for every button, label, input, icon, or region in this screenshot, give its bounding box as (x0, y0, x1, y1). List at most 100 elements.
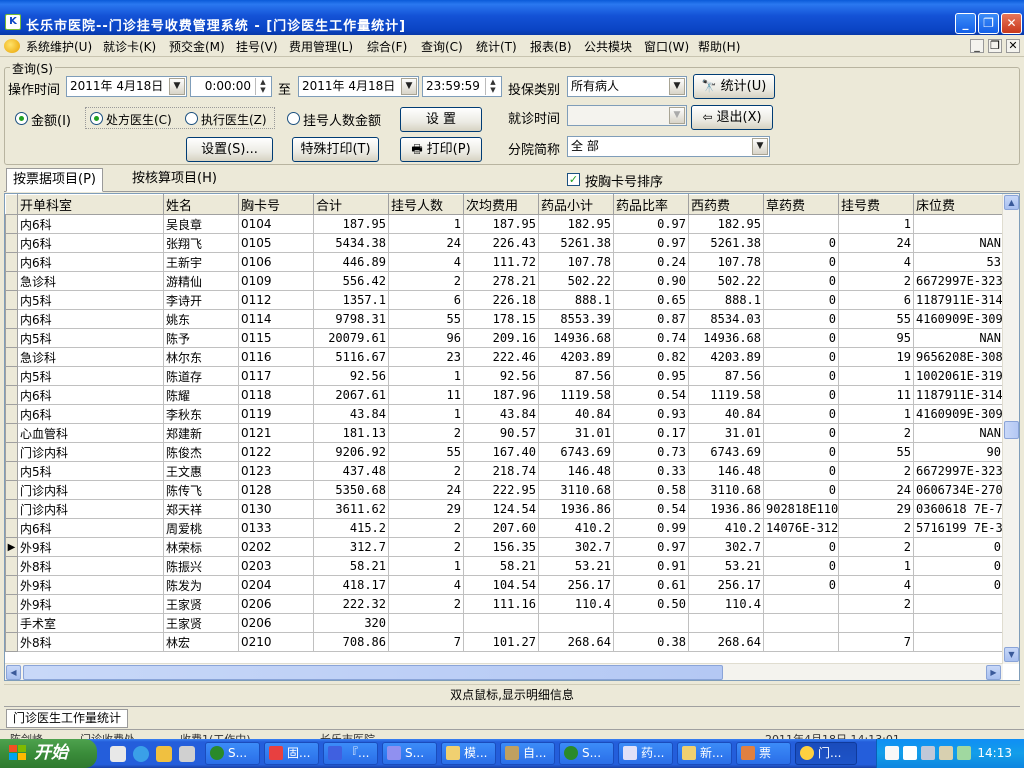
table-cell[interactable]: 0606734E-270 (913, 480, 1004, 500)
table-cell[interactable]: 0 (913, 556, 1004, 576)
taskbar-item[interactable]: S... (382, 742, 437, 765)
table-cell[interactable]: 2 (388, 594, 464, 614)
table-cell[interactable]: 0.61 (613, 575, 689, 595)
table-cell[interactable]: 0206 (238, 613, 314, 633)
table-cell[interactable]: NAN (913, 423, 1004, 443)
table-cell[interactable]: 226.43 (463, 233, 539, 253)
table-cell[interactable]: 2 (838, 461, 914, 481)
table-cell[interactable]: 0 (763, 404, 839, 424)
table-cell[interactable]: 门诊内科 (17, 480, 164, 500)
table-cell[interactable]: 王家贤 (163, 594, 239, 614)
table-cell[interactable]: 急诊科 (17, 347, 164, 367)
table-cell[interactable]: 226.18 (463, 290, 539, 310)
taskbar-item[interactable]: S... (205, 742, 260, 765)
table-cell[interactable]: 888.1 (538, 290, 614, 310)
table-cell[interactable]: 23 (388, 347, 464, 367)
table-cell[interactable]: 111.72 (463, 252, 539, 272)
table-cell[interactable]: 2 (838, 594, 914, 614)
table-cell[interactable]: 256.17 (538, 575, 614, 595)
table-cell[interactable]: 内6科 (17, 214, 164, 234)
table-cell[interactable]: 0 (913, 537, 1004, 557)
reg-count-radio[interactable] (287, 112, 300, 125)
table-cell[interactable]: 8534.03 (688, 309, 764, 329)
minimize-button[interactable]: _ (955, 13, 976, 34)
table-cell[interactable]: 内6科 (17, 252, 164, 272)
taskbar-item[interactable]: 自... (500, 742, 555, 765)
table-cell[interactable]: 55 (838, 442, 914, 462)
table-row[interactable]: 内5科 陈予 0115 20079.61 96 209.16 14936.68 0.74 149… (5, 328, 1004, 348)
amount-radio[interactable] (15, 112, 28, 125)
chevron-down-icon[interactable]: ▼ (669, 78, 685, 95)
table-cell[interactable]: 124.54 (463, 499, 539, 519)
table-row[interactable]: 外9科 王家贤 0206 222.32 2 111.16 110.4 0.50 110.4 2 (5, 594, 1004, 614)
table-cell[interactable]: 4 (388, 252, 464, 272)
table-cell[interactable]: 146.48 (538, 461, 614, 481)
menu-common[interactable]: 公共模块 (584, 38, 632, 55)
col-header[interactable]: 开单科室 (17, 194, 164, 215)
taskbar-item[interactable]: S... (559, 742, 614, 765)
col-header[interactable]: 次均费用 (463, 194, 539, 215)
table-cell[interactable]: 陈发为 (163, 575, 239, 595)
table-cell[interactable]: 31.01 (538, 423, 614, 443)
table-cell[interactable]: 222.46 (463, 347, 539, 367)
exit-button[interactable]: ⇦ 退出(X) (691, 105, 773, 130)
table-cell[interactable]: 0109 (238, 271, 314, 291)
table-cell[interactable]: 内6科 (17, 518, 164, 538)
taskbar-item[interactable]: 模... (441, 742, 496, 765)
menu-fees[interactable]: 费用管理(L) (289, 38, 353, 55)
taskbar-item[interactable]: 新... (677, 742, 732, 765)
table-cell[interactable]: 0 (763, 461, 839, 481)
table-cell[interactable]: 0 (763, 537, 839, 557)
table-cell[interactable]: 周爱桃 (163, 518, 239, 538)
table-cell[interactable]: 96 (388, 328, 464, 348)
table-cell[interactable]: 207.60 (463, 518, 539, 538)
table-cell[interactable] (763, 594, 839, 614)
table-cell[interactable]: 心血管科 (17, 423, 164, 443)
presc-doctor-radio[interactable] (90, 112, 103, 125)
table-cell[interactable]: 0 (763, 442, 839, 462)
table-cell[interactable]: 0206 (238, 594, 314, 614)
table-row[interactable]: 内6科 张翔飞 0105 5434.38 24 226.43 5261.38 0.97 5261… (5, 233, 1004, 253)
table-cell[interactable]: 1 (388, 404, 464, 424)
table-cell[interactable]: 187.95 (313, 214, 389, 234)
row-indicator[interactable] (5, 613, 18, 633)
table-cell[interactable]: 446.89 (313, 252, 389, 272)
table-cell[interactable]: 0115 (238, 328, 314, 348)
row-indicator[interactable] (5, 499, 18, 519)
table-cell[interactable]: 0106 (238, 252, 314, 272)
table-cell[interactable]: 内5科 (17, 366, 164, 386)
menu-help[interactable]: 帮助(H) (698, 38, 740, 55)
col-header[interactable]: 西药费 (688, 194, 764, 215)
table-cell[interactable]: 182.95 (538, 214, 614, 234)
table-cell[interactable]: 1 (838, 404, 914, 424)
table-cell[interactable]: 31.01 (688, 423, 764, 443)
table-row[interactable]: 内6科 吴良章 0104 187.95 1 187.95 182.95 0.97 182.95 1 (5, 214, 1004, 234)
table-row[interactable]: 内5科 陈道存 0117 92.56 1 92.56 87.56 0.95 87.56 0 1 100… (5, 366, 1004, 386)
row-indicator[interactable] (5, 347, 18, 367)
table-cell[interactable]: 外8科 (17, 556, 164, 576)
table-cell[interactable]: 0 (763, 328, 839, 348)
table-cell[interactable]: 1002061E-319 (913, 366, 1004, 386)
table-cell[interactable]: 0.87 (613, 309, 689, 329)
vertical-scroll-thumb[interactable] (1004, 421, 1019, 439)
table-cell[interactable]: 1119.58 (538, 385, 614, 405)
table-cell[interactable]: 0105 (238, 233, 314, 253)
table-cell[interactable]: 4203.89 (538, 347, 614, 367)
table-cell[interactable]: 3611.62 (313, 499, 389, 519)
table-cell[interactable]: 3110.68 (688, 480, 764, 500)
row-indicator[interactable] (5, 442, 18, 462)
table-cell[interactable] (463, 613, 539, 633)
table-cell[interactable]: 0.74 (613, 328, 689, 348)
row-indicator[interactable] (5, 461, 18, 481)
stat-button[interactable]: 🔭 统计(U) (693, 74, 775, 99)
table-cell[interactable]: 19 (838, 347, 914, 367)
table-cell[interactable]: 502.22 (688, 271, 764, 291)
table-cell[interactable]: 0 (763, 575, 839, 595)
horizontal-scroll-thumb[interactable] (23, 665, 723, 680)
table-cell[interactable]: 0.65 (613, 290, 689, 310)
chevron-down-icon[interactable]: ▼ (669, 107, 685, 124)
table-cell[interactable]: 外9科 (17, 594, 164, 614)
table-cell[interactable]: 游精仙 (163, 271, 239, 291)
col-header[interactable]: 挂号人数 (388, 194, 464, 215)
taskbar-item[interactable]: 固... (264, 742, 319, 765)
